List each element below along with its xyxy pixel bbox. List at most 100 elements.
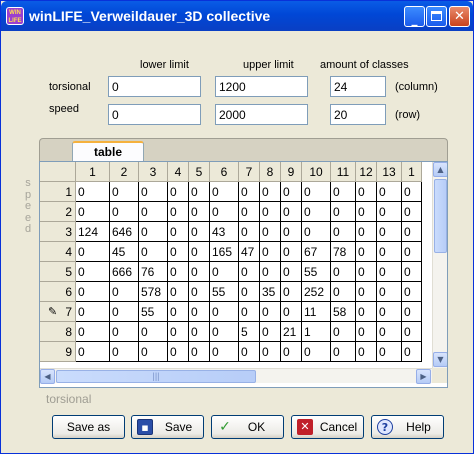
- table-cell[interactable]: 0: [76, 342, 110, 362]
- torsional-lower-field[interactable]: 0: [108, 76, 201, 97]
- table-cell[interactable]: 0: [331, 282, 356, 302]
- table-cell[interactable]: 646: [110, 222, 139, 242]
- vertical-scroll-thumb[interactable]: [434, 179, 447, 253]
- table-cell[interactable]: 0: [260, 302, 281, 322]
- table-cell[interactable]: 0: [331, 262, 356, 282]
- table-cell[interactable]: 0: [110, 202, 139, 222]
- table-cell[interactable]: 0: [189, 242, 210, 262]
- table-cell[interactable]: 0: [168, 222, 189, 242]
- table-cell[interactable]: 55: [139, 302, 168, 322]
- scroll-down-button[interactable]: ▼: [433, 352, 447, 367]
- table-cell[interactable]: 0: [281, 242, 302, 262]
- table-cell[interactable]: 0: [260, 322, 281, 342]
- data-grid[interactable]: 0 0 0 0 0 0 0 0 0 0 0 0 0 0 0 0 0 0 1 21 0 5 0 0 0 0 0 0 0 0 0 58 11 0 0 0 0…: [39, 161, 448, 388]
- table-cell[interactable]: 0: [356, 342, 377, 362]
- table-cell[interactable]: 124: [76, 222, 110, 242]
- table-cell[interactable]: 45: [110, 242, 139, 262]
- table-cell[interactable]: 0: [260, 222, 281, 242]
- row-header[interactable]: 8: [40, 322, 76, 342]
- table-cell[interactable]: 0: [281, 302, 302, 322]
- row-header[interactable]: 4: [40, 242, 76, 262]
- cancel-button[interactable]: ✕ Cancel: [291, 415, 364, 439]
- column-header[interactable]: 10: [302, 162, 331, 182]
- table-cell[interactable]: 1: [302, 322, 331, 342]
- speed-classes-field[interactable]: 20: [330, 104, 386, 125]
- table-cell[interactable]: 0: [76, 282, 110, 302]
- table-cell[interactable]: 0: [76, 202, 110, 222]
- maximize-button[interactable]: [426, 6, 447, 27]
- column-header[interactable]: 1: [76, 162, 110, 182]
- column-header[interactable]: 3: [139, 162, 168, 182]
- table-cell[interactable]: 0: [210, 202, 239, 222]
- table-cell[interactable]: 0: [402, 242, 422, 262]
- row-header[interactable]: 3: [40, 222, 76, 242]
- table-cell[interactable]: 0: [402, 302, 422, 322]
- table-cell[interactable]: 0: [76, 182, 110, 202]
- table-cell[interactable]: 0: [189, 202, 210, 222]
- table-cell[interactable]: 0: [260, 342, 281, 362]
- column-header[interactable]: 7: [239, 162, 260, 182]
- table-cell[interactable]: 0: [139, 222, 168, 242]
- table-cell[interactable]: 0: [239, 262, 260, 282]
- table-cell[interactable]: 0: [260, 262, 281, 282]
- torsional-upper-field[interactable]: 1200: [215, 76, 308, 97]
- help-button[interactable]: ? Help: [371, 415, 444, 439]
- save-button[interactable]: ▪ Save: [131, 415, 204, 439]
- table-cell[interactable]: 0: [302, 342, 331, 362]
- table-cell[interactable]: 0: [139, 182, 168, 202]
- table-cell[interactable]: 0: [168, 202, 189, 222]
- table-cell[interactable]: 0: [260, 182, 281, 202]
- table-cell[interactable]: 0: [210, 342, 239, 362]
- table-cell[interactable]: 0: [168, 282, 189, 302]
- table-cell[interactable]: 0: [377, 342, 402, 362]
- table-cell[interactable]: 0: [110, 302, 139, 322]
- table-cell[interactable]: 0: [168, 262, 189, 282]
- table-cell[interactable]: 0: [139, 242, 168, 262]
- table-cell[interactable]: 0: [239, 222, 260, 242]
- title-bar[interactable]: WIN LIFE winLIFE_Verweildauer_3D collect…: [1, 1, 473, 31]
- table-cell[interactable]: 0: [281, 282, 302, 302]
- row-header[interactable]: 7: [40, 302, 76, 322]
- horizontal-scrollbar[interactable]: ◀ ||| ▶: [40, 368, 432, 384]
- ok-button[interactable]: ✓ OK: [211, 415, 284, 439]
- row-header[interactable]: 2: [40, 202, 76, 222]
- table-cell[interactable]: 0: [110, 322, 139, 342]
- table-cell[interactable]: 67: [302, 242, 331, 262]
- table-cell[interactable]: 35: [260, 282, 281, 302]
- table-cell[interactable]: 0: [356, 302, 377, 322]
- table-cell[interactable]: 0: [210, 182, 239, 202]
- speed-lower-field[interactable]: 0: [108, 104, 201, 125]
- table-cell[interactable]: 0: [302, 182, 331, 202]
- table-cell[interactable]: 0: [189, 342, 210, 362]
- table-cell[interactable]: 0: [377, 302, 402, 322]
- table-cell[interactable]: 0: [168, 342, 189, 362]
- table-cell[interactable]: 0: [210, 262, 239, 282]
- column-header[interactable]: 12: [356, 162, 377, 182]
- table-cell[interactable]: 0: [168, 302, 189, 322]
- column-header[interactable]: 1: [402, 162, 422, 182]
- table-cell[interactable]: 0: [168, 242, 189, 262]
- table-cell[interactable]: 0: [356, 282, 377, 302]
- table-cell[interactable]: 0: [110, 182, 139, 202]
- table-cell[interactable]: 0: [331, 182, 356, 202]
- table-cell[interactable]: 58: [331, 302, 356, 322]
- scroll-left-button[interactable]: ◀: [40, 369, 55, 384]
- row-header[interactable]: 1: [40, 182, 76, 202]
- table-cell[interactable]: 0: [189, 322, 210, 342]
- table-cell[interactable]: 0: [331, 222, 356, 242]
- table-cell[interactable]: 0: [189, 282, 210, 302]
- table-cell[interactable]: 0: [281, 342, 302, 362]
- save-as-button[interactable]: Save as: [52, 415, 125, 439]
- scroll-right-button[interactable]: ▶: [416, 369, 431, 384]
- table-cell[interactable]: 0: [302, 222, 331, 242]
- horizontal-scroll-thumb[interactable]: |||: [56, 370, 256, 383]
- column-header[interactable]: 6: [210, 162, 239, 182]
- table-cell[interactable]: 0: [402, 322, 422, 342]
- table-cell[interactable]: 0: [139, 202, 168, 222]
- column-header[interactable]: 13: [377, 162, 402, 182]
- column-header[interactable]: 11: [331, 162, 356, 182]
- table-cell[interactable]: 55: [302, 262, 331, 282]
- column-header[interactable]: 9: [281, 162, 302, 182]
- table-cell[interactable]: 0: [189, 222, 210, 242]
- table-cell[interactable]: 0: [356, 322, 377, 342]
